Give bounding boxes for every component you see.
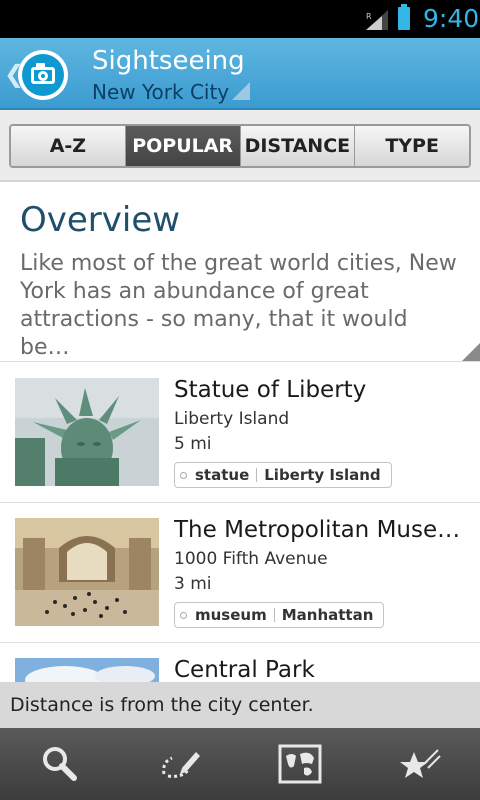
metropolitan-museum-photo [15, 518, 159, 626]
item-title: Statue of Liberty [174, 377, 367, 403]
tab-type[interactable]: TYPE [355, 126, 469, 166]
clock: 9:40 [423, 4, 480, 33]
overview-card[interactable]: Overview Like most of the great world ci… [0, 184, 480, 362]
overview-title: Overview [20, 200, 181, 240]
tag-type[interactable]: statue [195, 466, 249, 484]
camera-icon[interactable] [18, 50, 68, 100]
tag-hole-icon [180, 612, 187, 619]
status-bar: R 9:40 [0, 0, 480, 38]
tag-location[interactable]: Manhattan [282, 606, 374, 624]
item-title: Central Park [174, 657, 315, 683]
list-item[interactable]: The Metropolitan Museu… 1000 Fifth Avenu… [0, 503, 480, 643]
sort-tabs: A-Z POPULAR DISTANCE TYPE [9, 124, 471, 168]
tag-hole-icon [180, 472, 187, 479]
bottom-toolbar [0, 728, 480, 800]
overview-text: Like most of the great world cities, New… [20, 251, 457, 360]
item-distance: 5 mi [174, 434, 212, 454]
tag-type[interactable]: museum [195, 606, 267, 624]
tab-popular[interactable]: POPULAR [125, 126, 241, 166]
favorites-button[interactable] [360, 728, 480, 800]
map-icon [278, 744, 322, 784]
favorites-icon [400, 749, 441, 778]
map-button[interactable] [240, 728, 360, 800]
search-icon [43, 747, 77, 781]
expand-corner-icon[interactable] [462, 343, 480, 361]
tab-a-z[interactable]: A-Z [11, 126, 126, 166]
tag-location[interactable]: Liberty Island [264, 466, 380, 484]
item-title: The Metropolitan Museu… [174, 517, 470, 543]
item-address: 1000 Fifth Avenue [174, 549, 328, 569]
statue-of-liberty-photo [15, 378, 159, 486]
toast-message: Distance is from the city center. [0, 682, 480, 728]
dropdown-triangle-icon[interactable] [232, 82, 250, 100]
tag-label: museum Manhattan [174, 602, 385, 628]
list-item[interactable]: Statue of Liberty Liberty Island 5 mi st… [0, 363, 480, 503]
item-distance: 3 mi [174, 574, 212, 594]
notes-button[interactable] [120, 728, 240, 800]
notes-icon [162, 752, 200, 778]
sort-tabs-bar: A-Z POPULAR DISTANCE TYPE [0, 110, 480, 182]
svg-text:R: R [366, 12, 372, 21]
tag-label: statue Liberty Island [174, 462, 392, 488]
signal-icon: R [366, 10, 388, 30]
battery-icon [398, 4, 410, 30]
item-address: Liberty Island [174, 409, 290, 429]
tab-distance[interactable]: DISTANCE [240, 126, 356, 166]
city-selector[interactable]: New York City [92, 80, 229, 104]
page-title: Sightseeing [92, 46, 245, 76]
search-button[interactable] [0, 728, 120, 800]
